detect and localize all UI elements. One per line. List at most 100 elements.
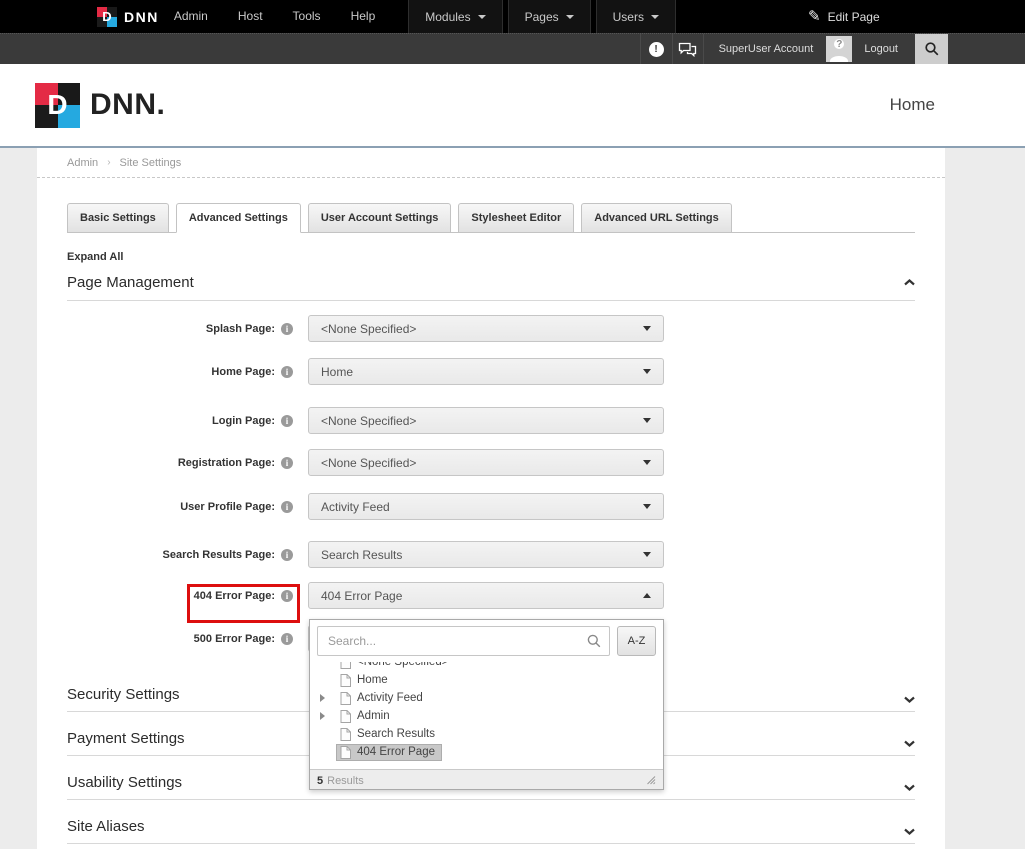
page-select-dropdown[interactable]: <None Specified> [308, 407, 664, 434]
page-select-dropdown[interactable]: <None Specified> [308, 449, 664, 476]
page-icon [340, 710, 351, 723]
info-icon[interactable]: i [281, 323, 293, 335]
field-label: Splash Page: [206, 323, 275, 335]
breadcrumb-site-settings[interactable]: Site Settings [120, 157, 182, 169]
breadcrumb-admin[interactable]: Admin [67, 157, 98, 169]
dropdown-caret-icon [643, 369, 651, 374]
page-select-dropdown[interactable]: 404 Error Page [308, 582, 664, 609]
form-row: Home Page: i Home [67, 358, 915, 385]
tree-expander-icon[interactable] [320, 694, 336, 702]
tree-expander-icon[interactable] [320, 730, 336, 738]
sort-az-button[interactable]: A-Z [617, 626, 656, 656]
section-header-page-management[interactable]: Page Management [67, 274, 915, 301]
user-avatar[interactable]: ? [826, 36, 852, 62]
page-tree-item[interactable]: Admin [320, 707, 663, 725]
tree-expander-icon[interactable] [320, 748, 336, 756]
site-nav-home[interactable]: Home [890, 95, 935, 115]
form-row: Login Page: i <None Specified> [67, 407, 915, 434]
topbar-menu-button[interactable]: Users [596, 0, 676, 33]
resize-handle[interactable] [645, 774, 656, 785]
logout-link[interactable]: Logout [864, 43, 898, 55]
page-tree-item-label: Home [357, 674, 388, 686]
field-label: Registration Page: [178, 457, 275, 469]
site-logo[interactable]: D DNN. [35, 83, 165, 128]
page-tree-item[interactable]: Home [320, 671, 663, 689]
collapsed-section-header[interactable]: Site Aliases [67, 800, 915, 844]
breadcrumb-separator-icon: › [107, 157, 110, 168]
tree-node[interactable]: Search Results [336, 726, 442, 743]
info-icon[interactable]: i [281, 366, 293, 378]
info-icon[interactable]: i [281, 549, 293, 561]
expand-all-link[interactable]: Expand All [67, 251, 915, 263]
field-label-cell: 404 Error Page: i [67, 590, 293, 602]
form-row: Splash Page: i <None Specified> [67, 315, 915, 342]
tree-expander-icon[interactable] [320, 712, 336, 720]
page-select-dropdown[interactable]: Activity Feed [308, 493, 664, 520]
topbar-nav-link[interactable]: Help [336, 0, 391, 33]
page-tree-item[interactable]: Activity Feed [320, 689, 663, 707]
tree-expander-icon[interactable] [320, 676, 336, 684]
page-tree-item[interactable]: 404 Error Page [320, 743, 663, 761]
field-label-cell: Home Page: i [67, 366, 293, 378]
breadcrumb: Admin › Site Settings [37, 148, 945, 178]
page-select-dropdown[interactable]: Search Results [308, 541, 664, 568]
dropdown-caret-icon [643, 552, 651, 557]
field-label-cell: Search Results Page: i [67, 549, 293, 561]
site-search-button[interactable] [915, 34, 948, 64]
page-icon [340, 674, 351, 687]
topbar-menu-button[interactable]: Modules [408, 0, 502, 33]
settings-tab[interactable]: Basic Settings [67, 203, 169, 232]
section-title: Site Aliases [67, 818, 145, 835]
field-label-cell: 500 Error Page: i [67, 633, 293, 645]
settings-tab[interactable]: Advanced Settings [176, 203, 301, 233]
topbar-menu-button[interactable]: Pages [508, 0, 591, 33]
page-picker-dropdown-panel: A-Z <None Specified> [309, 619, 664, 790]
tree-node[interactable]: Home [336, 672, 395, 689]
page-management-form: Splash Page: i <None Specified> Home Pag… [67, 315, 915, 652]
chat-icon [678, 42, 697, 57]
tree-expander-icon[interactable] [320, 662, 336, 666]
tree-node[interactable]: Admin [336, 708, 397, 725]
alert-icon: ! [649, 42, 664, 57]
messages-button[interactable] [672, 34, 704, 64]
account-name-link[interactable]: SuperUser Account [719, 43, 814, 55]
topbar-nav-link[interactable]: Host [223, 0, 278, 33]
admin-control-bar: D DNN Admin Host Tools Help Modules Page… [0, 0, 1025, 33]
info-icon[interactable]: i [281, 457, 293, 469]
tree-node[interactable]: 404 Error Page [336, 744, 442, 761]
settings-tabs: Basic Settings Advanced Settings User Ac… [67, 203, 915, 233]
topbar-menus: Modules Pages Users [408, 0, 681, 33]
page-select-dropdown[interactable]: <None Specified> [308, 315, 664, 342]
settings-tab[interactable]: Advanced URL Settings [581, 203, 732, 232]
field-label-cell: Registration Page: i [67, 457, 293, 469]
selected-page-value: 404 Error Page [321, 589, 402, 603]
section-title: Usability Settings [67, 774, 182, 791]
notifications-button[interactable]: ! [640, 34, 672, 64]
section-title: Security Settings [67, 686, 180, 703]
field-label: 500 Error Page: [194, 633, 275, 645]
tree-node[interactable]: Activity Feed [336, 690, 430, 707]
info-icon[interactable]: i [281, 633, 293, 645]
page-select-dropdown[interactable]: Home [308, 358, 664, 385]
site-header: D DNN. Home [0, 64, 1025, 146]
info-icon[interactable]: i [281, 590, 293, 602]
page-tree-item[interactable]: <None Specified> [320, 662, 663, 671]
settings-tab[interactable]: Stylesheet Editor [458, 203, 574, 232]
page-search-input[interactable] [317, 626, 610, 656]
topbar-nav-link[interactable]: Tools [278, 0, 336, 33]
edit-page-button[interactable]: ✎ Edit Page [808, 0, 880, 33]
page-tree-item[interactable]: Search Results [320, 725, 663, 743]
topbar-menu-label: Pages [525, 10, 559, 24]
page-tree-item-label: Admin [357, 710, 390, 722]
topbar-menu-label: Users [613, 10, 644, 24]
selected-page-value: Activity Feed [321, 500, 390, 514]
search-icon [587, 634, 601, 648]
info-icon[interactable]: i [281, 501, 293, 513]
info-icon[interactable]: i [281, 415, 293, 427]
topbar-nav-link[interactable]: Admin [159, 0, 223, 33]
tree-node[interactable]: <None Specified> [336, 662, 455, 671]
form-row: User Profile Page: i Activity Feed [67, 493, 915, 520]
form-row: Registration Page: i <None Specified> [67, 449, 915, 476]
field-label: User Profile Page: [180, 501, 275, 513]
settings-tab[interactable]: User Account Settings [308, 203, 452, 232]
